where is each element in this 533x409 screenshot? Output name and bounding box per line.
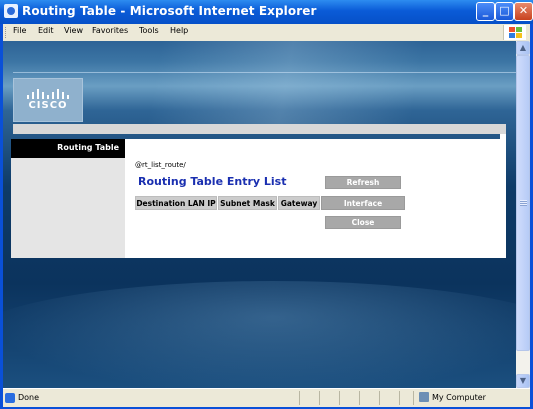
minimize-button[interactable]: _: [476, 2, 495, 21]
title-bar[interactable]: Routing Table - Microsoft Internet Explo…: [0, 0, 533, 24]
scroll-grip-icon: [520, 200, 527, 206]
status-separator: [299, 391, 300, 405]
main-content: @rt_list_route/ Routing Table Entry List…: [125, 139, 500, 258]
menu-help[interactable]: Help: [170, 26, 188, 35]
status-separator: [413, 391, 414, 405]
close-button[interactable]: Close: [325, 216, 401, 229]
windows-logo-icon: [503, 25, 526, 40]
computer-icon: [419, 392, 429, 402]
status-separator: [339, 391, 340, 405]
scroll-up-icon[interactable]: ▲: [516, 41, 530, 55]
sidebar-item-routing-table[interactable]: Routing Table: [11, 139, 125, 158]
status-text: Done: [18, 393, 40, 402]
scroll-down-icon[interactable]: ▼: [516, 374, 530, 388]
maximize-button[interactable]: □: [495, 2, 514, 21]
menu-favorites[interactable]: Favorites: [92, 26, 128, 35]
column-header-interface: Interface: [321, 196, 405, 210]
menu-file[interactable]: File: [13, 26, 26, 35]
refresh-button[interactable]: Refresh: [325, 176, 401, 189]
status-separator: [319, 391, 320, 405]
column-header-gateway: Gateway: [278, 196, 320, 210]
cisco-bars-icon: [27, 89, 69, 99]
cisco-wordmark: CISCO: [28, 100, 68, 111]
status-separator: [399, 391, 400, 405]
menu-tools[interactable]: Tools: [139, 26, 159, 35]
toolbar-grip[interactable]: [5, 27, 9, 38]
scroll-thumb[interactable]: [516, 55, 530, 351]
cisco-logo: CISCO: [13, 78, 83, 122]
column-header-destination: Destination LAN IP: [135, 196, 217, 210]
header-divider: [13, 72, 516, 73]
background-wave: [3, 281, 516, 388]
page-done-icon: [5, 393, 15, 403]
column-header-subnet-mask: Subnet Mask: [218, 196, 277, 210]
status-bar: Done My Computer: [3, 388, 530, 407]
status-separator: [359, 391, 360, 405]
content-edge: [500, 134, 506, 258]
menu-bar: File Edit View Favorites Tools Help: [3, 24, 530, 41]
sidebar-item-label: Routing Table: [57, 143, 119, 152]
security-zone-text: My Computer: [432, 393, 486, 402]
ie-icon: [4, 4, 18, 18]
window-title: Routing Table - Microsoft Internet Explo…: [22, 4, 317, 18]
header-gray-bar: [13, 124, 506, 134]
template-variable-text: @rt_list_route/: [135, 161, 186, 169]
menu-view[interactable]: View: [64, 26, 83, 35]
menu-edit[interactable]: Edit: [38, 26, 54, 35]
browser-window: Routing Table - Microsoft Internet Explo…: [0, 0, 533, 409]
vertical-scrollbar[interactable]: ▲ ▼: [516, 41, 530, 388]
page-title: Routing Table Entry List: [138, 175, 287, 188]
close-window-button[interactable]: ✕: [514, 2, 533, 21]
status-separator: [379, 391, 380, 405]
page-viewport: CISCO Routing Table @rt_list_route/ Rout…: [3, 41, 516, 388]
